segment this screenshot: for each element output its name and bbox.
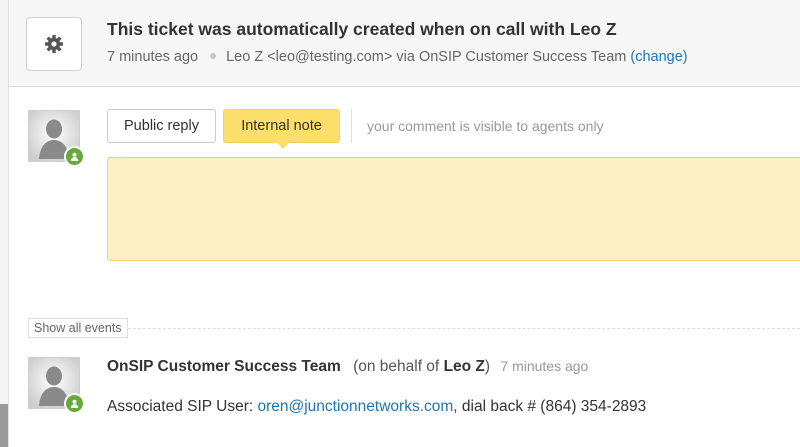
event-header: OnSIP Customer Success Team (on behalf o… — [107, 358, 588, 376]
gear-icon — [45, 35, 63, 53]
ticket-time: 7 minutes ago — [107, 49, 199, 65]
ticket-meta: 7 minutes ago Leo Z <leo@testing.com> via… — [107, 49, 688, 65]
sip-user-email-link[interactable]: oren@junctionnetworks.com — [257, 398, 453, 415]
ticket-via: via OnSIP Customer Success Team — [396, 49, 627, 65]
ticket-title: This ticket was automatically created wh… — [107, 19, 617, 39]
event-behalf: (on behalf of Leo Z) — [353, 358, 490, 375]
tab-divider — [351, 109, 352, 143]
online-status-icon — [64, 393, 85, 414]
left-rail — [0, 0, 9, 447]
change-link[interactable]: (change) — [630, 49, 687, 65]
event-avatar — [28, 357, 85, 414]
event-body-suffix: , dial back # (864) 354-2893 — [453, 398, 647, 415]
events-divider — [28, 328, 800, 329]
visibility-note: your comment is visible to agents only — [367, 118, 604, 134]
settings-button[interactable] — [26, 17, 82, 71]
rail-scroll-handle[interactable] — [0, 404, 8, 447]
event-author[interactable]: OnSIP Customer Success Team — [107, 358, 341, 375]
tab-public-reply[interactable]: Public reply — [107, 109, 216, 143]
requester: Leo Z <leo@testing.com> — [226, 49, 393, 65]
behalf-suffix: ) — [484, 358, 491, 375]
online-status-icon — [64, 146, 85, 167]
behalf-name[interactable]: Leo Z — [444, 358, 485, 375]
comment-textarea[interactable] — [107, 157, 800, 261]
composer-avatar — [28, 110, 85, 167]
show-all-events-button[interactable]: Show all events — [28, 318, 128, 338]
event-body-prefix: Associated SIP User: — [107, 398, 254, 415]
ticket-header: This ticket was automatically created wh… — [9, 0, 800, 87]
separator-dot — [210, 53, 217, 60]
behalf-prefix: (on behalf of — [353, 358, 440, 375]
tab-internal-note-label: Internal note — [241, 118, 322, 134]
tab-internal-note[interactable]: Internal note — [223, 109, 340, 149]
event-body: Associated SIP User: oren@junctionnetwor… — [107, 398, 646, 416]
event-time: 7 minutes ago — [500, 358, 589, 374]
tab-pointer — [276, 142, 290, 149]
